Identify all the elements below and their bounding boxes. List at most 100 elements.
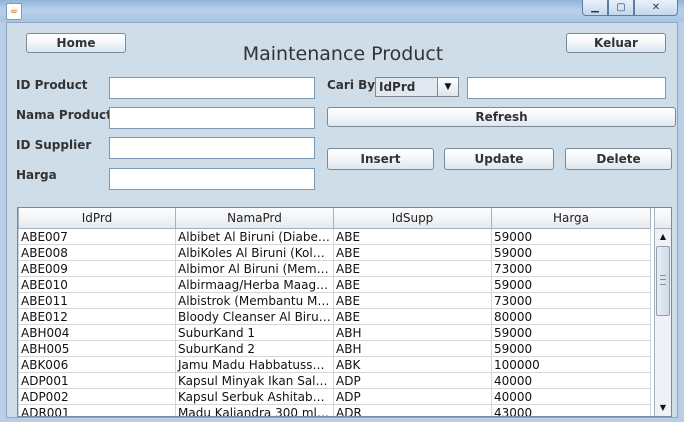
table-cell[interactable]: 59000	[491, 244, 651, 261]
table-cell[interactable]: 73000	[491, 292, 651, 309]
scrollbar-corner	[655, 208, 671, 229]
table-row[interactable]: ABE011 Albistrok (Membantu Mem... ABE 73000	[18, 292, 651, 309]
column-header-harga[interactable]: Harga	[491, 208, 651, 229]
table-cell[interactable]: ABE010	[18, 276, 176, 293]
table-cell[interactable]: ABE	[333, 308, 492, 325]
table-cell[interactable]: ABE011	[18, 292, 176, 309]
refresh-button[interactable]: Refresh	[327, 107, 676, 127]
table-cell[interactable]: Kapsul Serbuk Ashitaba H...	[175, 388, 334, 405]
scrollbar-thumb[interactable]	[656, 246, 670, 316]
update-button[interactable]: Update	[444, 148, 554, 170]
table-cell[interactable]: 80000	[491, 308, 651, 325]
scroll-down-button[interactable]: ▼	[655, 400, 671, 416]
table-cell[interactable]: Albibet Al Biruni (Diabetes/...	[175, 228, 334, 245]
search-by-selected: IdPrd	[379, 80, 416, 94]
table-cell[interactable]: ABH	[333, 340, 492, 357]
table-cell[interactable]: 59000	[491, 228, 651, 245]
table-cell[interactable]: 43000	[491, 404, 651, 416]
table-cell[interactable]: ABH004	[18, 324, 176, 341]
id-supplier-label: ID Supplier	[16, 138, 92, 152]
window-title-bar: ☕ ▁ ▢ ✕	[0, 0, 684, 22]
harga-field[interactable]	[109, 168, 315, 190]
table-cell[interactable]: ABK006	[18, 356, 176, 373]
nama-product-label: Nama Product	[16, 108, 112, 122]
table-cell[interactable]: 59000	[491, 324, 651, 341]
table-row[interactable]: ADR001 Madu Kaliandra 300 ml Ad... ADR 4300…	[18, 404, 651, 416]
table-cell[interactable]: 59000	[491, 340, 651, 357]
scroll-up-button[interactable]: ▲	[655, 229, 671, 245]
table-cell[interactable]: ABH	[333, 324, 492, 341]
table-cell[interactable]: 100000	[491, 356, 651, 373]
search-by-label: Cari By	[327, 78, 376, 92]
table-cell[interactable]: ABE009	[18, 260, 176, 277]
table-scrollbar[interactable]: ▲ ▼	[654, 208, 671, 416]
product-maintenance-panel: Home Maintenance Product Keluar ID Produ…	[6, 22, 678, 418]
table-row[interactable]: ABH005 SuburKand 2 ABH 59000	[18, 340, 651, 357]
table-cell[interactable]: ABE	[333, 244, 492, 261]
table-cell[interactable]: ABE007	[18, 228, 176, 245]
harga-label: Harga	[16, 168, 57, 182]
grip-icon	[660, 275, 666, 285]
table-cell[interactable]: 40000	[491, 388, 651, 405]
insert-button[interactable]: Insert	[327, 148, 434, 170]
table-cell[interactable]: ABE012	[18, 308, 176, 325]
column-header-namaprd[interactable]: NamaPrd	[175, 208, 334, 229]
table-cell[interactable]: SuburKand 2	[175, 340, 334, 357]
table-row[interactable]: ABE010 Albirmaag/Herba Maag 50... ABE 59000	[18, 276, 651, 293]
close-icon: ✕	[651, 2, 661, 13]
table-row[interactable]: ADP002 Kapsul Serbuk Ashitaba H... ADP 4000…	[18, 388, 651, 405]
table-cell[interactable]: Madu Kaliandra 300 ml Ad...	[175, 404, 334, 416]
scrollbar-track[interactable]	[655, 244, 671, 400]
table-cell[interactable]: ABE	[333, 292, 492, 309]
search-by-dropdown[interactable]: IdPrd ▼	[375, 77, 459, 97]
minimize-button[interactable]: ▁	[582, 0, 608, 16]
table-cell[interactable]: Kapsul Minyak Ikan Salmo...	[175, 372, 334, 389]
window-controls: ▁ ▢ ✕	[582, 0, 678, 17]
table-row[interactable]: ABH004 SuburKand 1 ABH 59000	[18, 324, 651, 341]
id-supplier-field[interactable]	[109, 137, 315, 159]
table-cell[interactable]: Albistrok (Membantu Mem...	[175, 292, 334, 309]
table-cell[interactable]: ABE	[333, 228, 492, 245]
table-cell[interactable]: Bloody Cleanser Al Biruni (...	[175, 308, 334, 325]
nama-product-field[interactable]	[109, 107, 315, 129]
table-cell[interactable]: AlbiKoles Al Biruni (Kolest...	[175, 244, 334, 261]
table-cell[interactable]: SuburKand 1	[175, 324, 334, 341]
table-cell[interactable]: ABK	[333, 356, 492, 373]
delete-button[interactable]: Delete	[565, 148, 672, 170]
table-cell[interactable]: ADR	[333, 404, 492, 416]
table-cell[interactable]: ABE	[333, 260, 492, 277]
close-button[interactable]: ✕	[634, 0, 678, 16]
search-input[interactable]	[467, 77, 666, 99]
logout-button[interactable]: Keluar	[566, 33, 666, 53]
table-cell[interactable]: ADP002	[18, 388, 176, 405]
table-cell[interactable]: ADP001	[18, 372, 176, 389]
column-header-idsupp[interactable]: IdSupp	[333, 208, 492, 229]
table-cell[interactable]: Jamu Madu Habbatussau...	[175, 356, 334, 373]
table-cell[interactable]: ADP	[333, 372, 492, 389]
table-cell[interactable]: ABH005	[18, 340, 176, 357]
table-cell[interactable]: ABE	[333, 276, 492, 293]
maximize-button[interactable]: ▢	[608, 0, 634, 16]
table-row[interactable]: ABE008 AlbiKoles Al Biruni (Kolest... ABE 5…	[18, 244, 651, 261]
id-product-label: ID Product	[16, 78, 88, 92]
java-cup-icon: ☕	[6, 3, 22, 20]
column-header-idprd[interactable]: IdPrd	[18, 208, 176, 229]
table-row[interactable]: ABE007Albibet Al Biruni (Diabetes/...ABE…	[18, 228, 651, 245]
table-cell[interactable]: 40000	[491, 372, 651, 389]
table-row[interactable]: ABK006 Jamu Madu Habbatussau... ABK 100000	[18, 356, 651, 373]
table-header-row: IdPrd NamaPrd IdSupp Harga	[18, 208, 651, 229]
table-cell[interactable]: ADR001	[18, 404, 176, 416]
chevron-down-icon[interactable]: ▼	[437, 78, 458, 96]
minimize-icon: ▁	[591, 2, 599, 13]
table-cell[interactable]: ABE008	[18, 244, 176, 261]
table-row[interactable]: ABE009Albimor Al Biruni (Membun...ABE730…	[18, 260, 651, 277]
table-row[interactable]: ADP001 Kapsul Minyak Ikan Salmo... ADP 4000…	[18, 372, 651, 389]
table-cell[interactable]: 59000	[491, 276, 651, 293]
table-cell[interactable]: 73000	[491, 260, 651, 277]
table-row[interactable]: ABE012 Bloody Cleanser Al Biruni (... ABE 8…	[18, 308, 651, 325]
id-product-field[interactable]	[109, 77, 315, 99]
table-cell[interactable]: ADP	[333, 388, 492, 405]
product-table[interactable]: IdPrd NamaPrd IdSupp Harga ABE007 Albibet…	[17, 207, 672, 417]
table-cell[interactable]: Albimor Al Biruni (Membun...	[175, 260, 334, 277]
table-cell[interactable]: Albirmaag/Herba Maag 50...	[175, 276, 334, 293]
